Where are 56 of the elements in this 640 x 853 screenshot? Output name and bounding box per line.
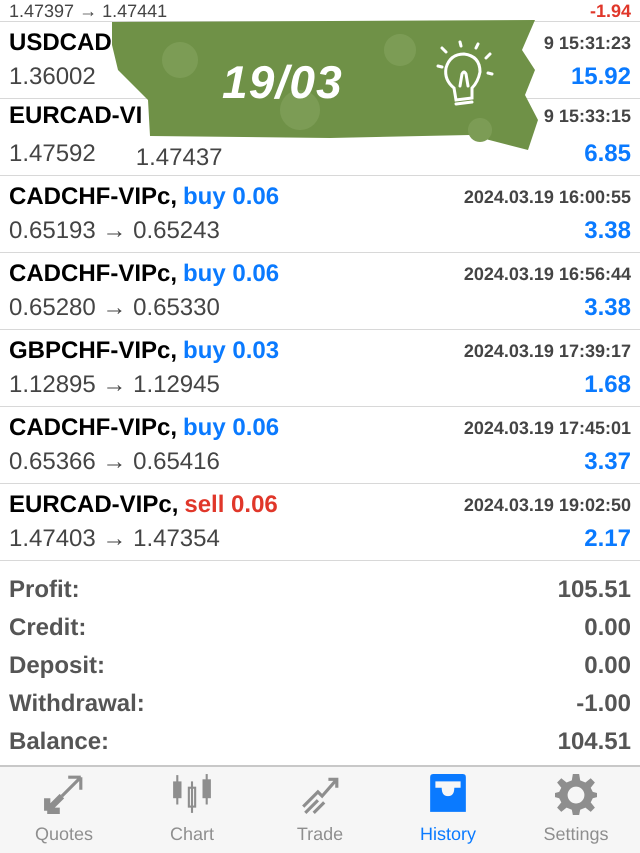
- summary-label: Profit:: [9, 575, 80, 605]
- summary-label: Withdrawal:: [9, 689, 145, 719]
- summary-label: Credit:: [9, 613, 86, 643]
- time-text: 2024.03.19 16:56:44: [464, 262, 631, 286]
- order-text: buy 0.03: [183, 337, 280, 365]
- tab[interactable]: Trade: [256, 767, 384, 853]
- price-text: 0.65366 → 0.65416: [9, 448, 220, 476]
- order-text: buy 0.06: [183, 414, 280, 442]
- summary-value: 104.51: [558, 727, 631, 757]
- symbol-text: EURCAD-VI: [9, 102, 142, 130]
- profit-value: 1.68: [584, 371, 631, 399]
- price-text: 0.65280 → 0.65330: [9, 294, 220, 322]
- time-text: 2024.03.19 19:02:50: [464, 494, 631, 516]
- tab[interactable]: Chart: [128, 767, 256, 853]
- profit-value: 3.38: [584, 217, 631, 245]
- price-text: 1.47397 → 1.47441: [9, 0, 168, 20]
- summary-label: Balance:: [9, 727, 110, 757]
- time-text: 2024.03.19 16:00:55: [464, 186, 631, 208]
- profit-value: 3.38: [584, 294, 631, 322]
- tray-icon: [427, 772, 469, 814]
- summary-value: 0.00: [584, 651, 631, 681]
- summary-label: Deposit:: [9, 651, 105, 681]
- price-text: 1.47437: [136, 144, 223, 172]
- tab[interactable]: History: [384, 767, 512, 853]
- price-text: 1.47592: [9, 140, 96, 168]
- price-text: 1.47403 → 1.47354: [9, 525, 220, 553]
- symbol-text: CADCHF-VIPc,: [9, 260, 178, 288]
- symbol-text: GBPCHF-VIPc,: [9, 337, 178, 365]
- price-text: 0.65193 → 0.65243: [9, 217, 220, 245]
- profit-value: 2.17: [584, 525, 631, 553]
- candlestick-icon: [171, 772, 213, 814]
- profit-value: 15.92: [570, 63, 631, 91]
- tab[interactable]: Settings: [512, 767, 640, 853]
- symbol-text: CADCHF-VIPc,: [9, 414, 178, 442]
- order-text: buy 0.06: [183, 183, 280, 211]
- summary-value: -1.00: [576, 689, 631, 719]
- profit-value: 6.85: [584, 140, 631, 168]
- time-text: 9 15:33:15: [544, 104, 631, 128]
- profit-value: -1.94: [590, 0, 631, 20]
- order-text: sell 0.06: [184, 491, 278, 519]
- summary-value: 105.51: [558, 575, 631, 605]
- price-text: 1.12895 → 1.12945: [9, 371, 220, 399]
- symbol-text: CADCHF-VIPc,: [9, 183, 178, 211]
- price-text: 1.36002: [9, 63, 96, 91]
- time-text: 9 15:31:23: [544, 32, 631, 54]
- profit-value: 3.37: [584, 448, 631, 476]
- arrows-icon: [43, 772, 85, 814]
- order-text: buy 0.06: [183, 260, 280, 288]
- summary-value: 0.00: [584, 613, 631, 643]
- settings-icon: [555, 772, 597, 814]
- tab[interactable]: Quotes: [0, 767, 128, 853]
- time-text: 2024.03.19 17:39:17: [464, 340, 631, 362]
- sticker-text: 19/03: [222, 55, 343, 110]
- time-text: 2024.03.19 17:45:01: [464, 416, 631, 440]
- symbol-text: USDCAD: [9, 29, 112, 57]
- symbol-text: EURCAD-VIPc,: [9, 491, 178, 519]
